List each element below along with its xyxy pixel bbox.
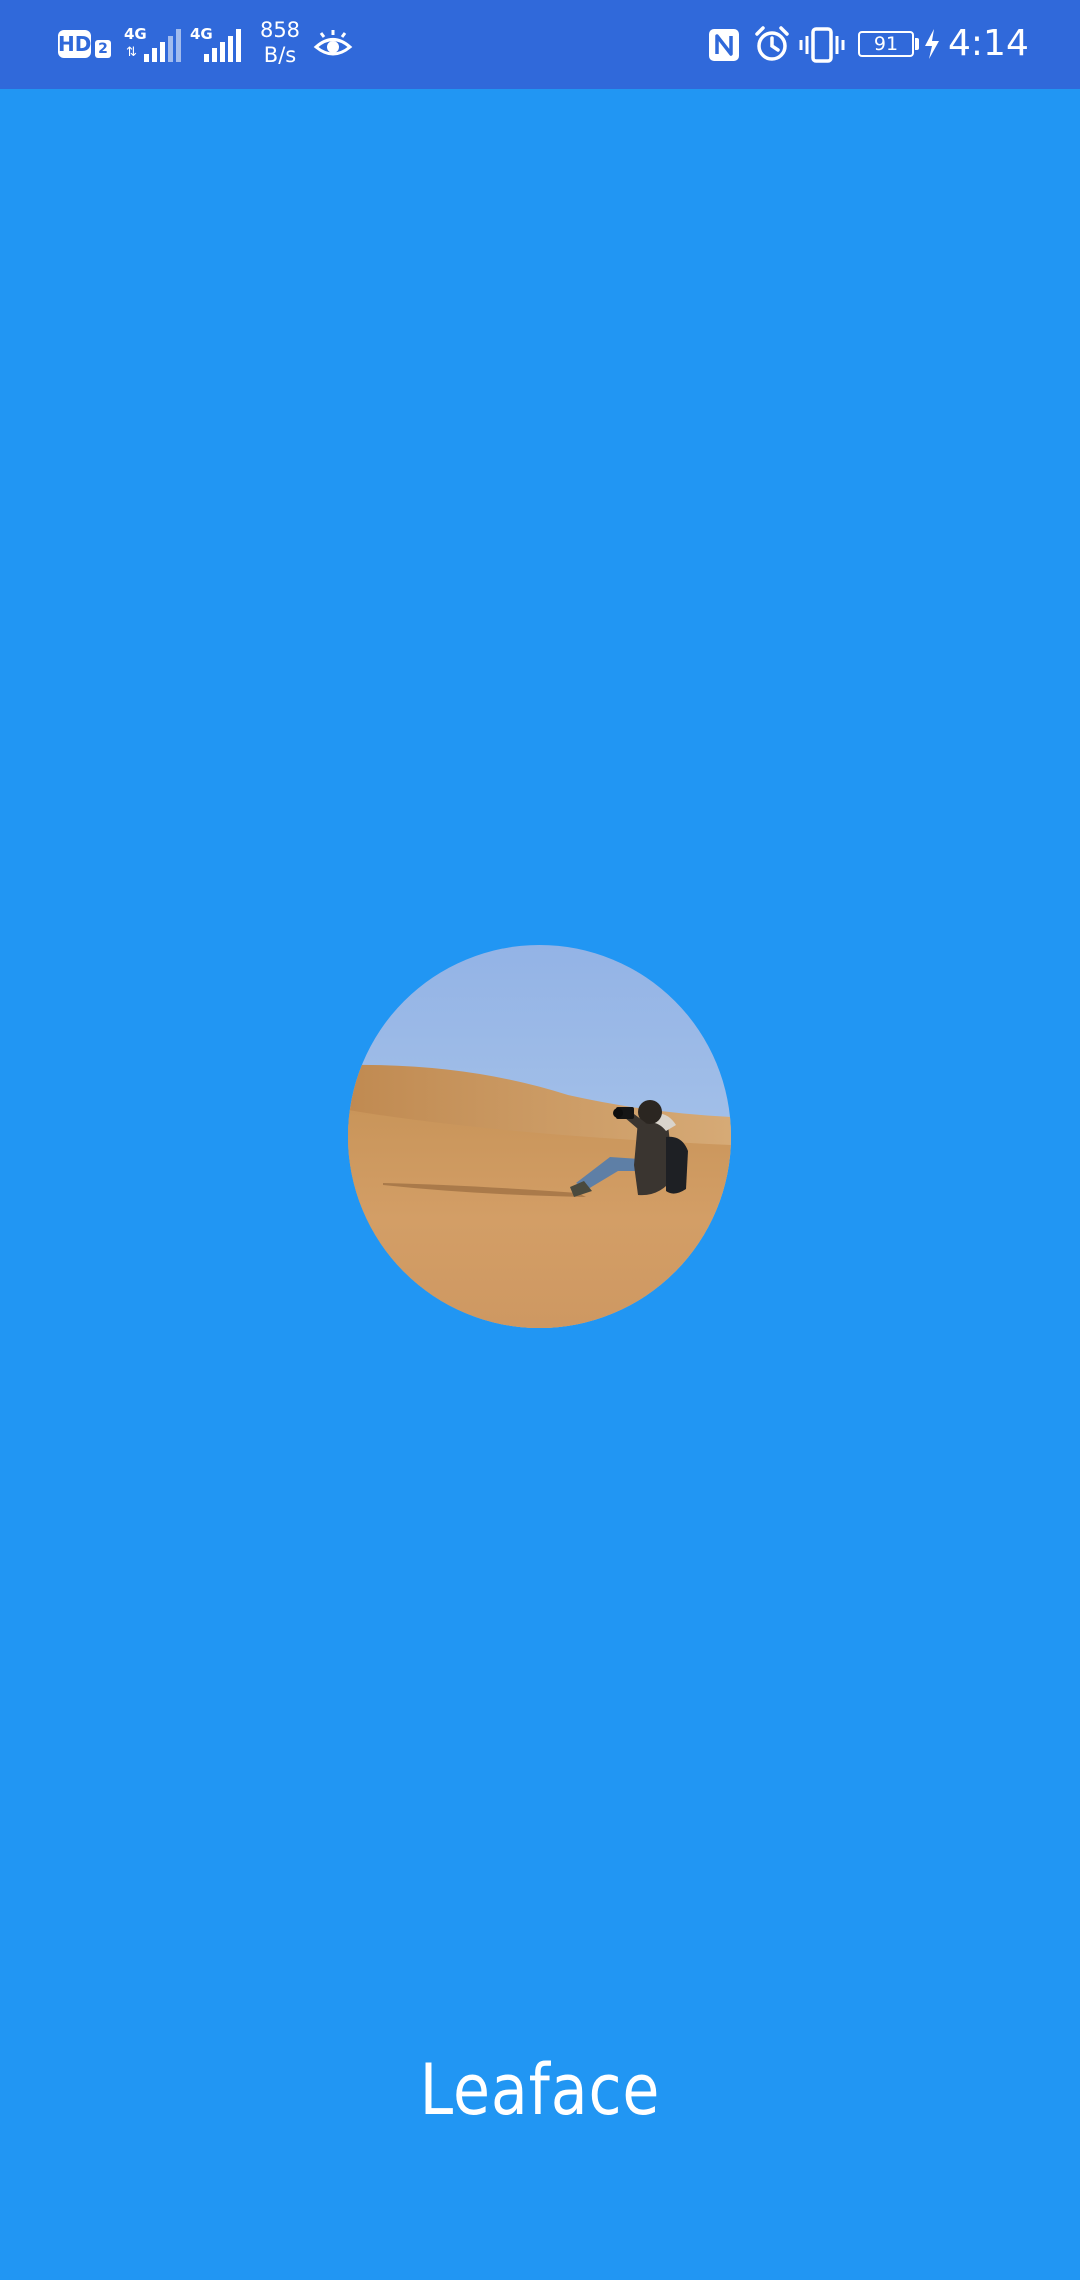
network-speed-unit: B/s	[263, 43, 297, 67]
network-speed-value: 858	[259, 18, 301, 42]
vibrate-icon	[799, 27, 845, 63]
sim2-signal-icon	[204, 29, 241, 62]
hd-label: HD	[58, 32, 92, 56]
hd-sim-label: 2	[98, 41, 108, 57]
app-logo-avatar	[348, 945, 731, 1328]
hd-voice-icon: HD	[58, 30, 91, 58]
hd-sim-badge: 2	[95, 40, 111, 58]
charging-icon	[925, 29, 939, 59]
battery-tip	[915, 38, 919, 50]
alarm-icon	[755, 26, 789, 61]
nfc-icon	[709, 29, 739, 61]
app-name: Leaface	[419, 2049, 661, 2131]
battery-level: 91	[873, 33, 899, 55]
eye-comfort-icon	[313, 30, 353, 56]
battery-icon: 91	[858, 31, 914, 57]
status-bar: HD 2 4G ⇅ 4G 858 B/s 91 4:14	[0, 0, 1080, 89]
data-activity-icon: ⇅	[126, 45, 137, 60]
network-speed: 858 B/s	[252, 18, 308, 68]
desert-photographer-image	[348, 945, 731, 1328]
status-clock: 4:14	[948, 23, 1029, 64]
